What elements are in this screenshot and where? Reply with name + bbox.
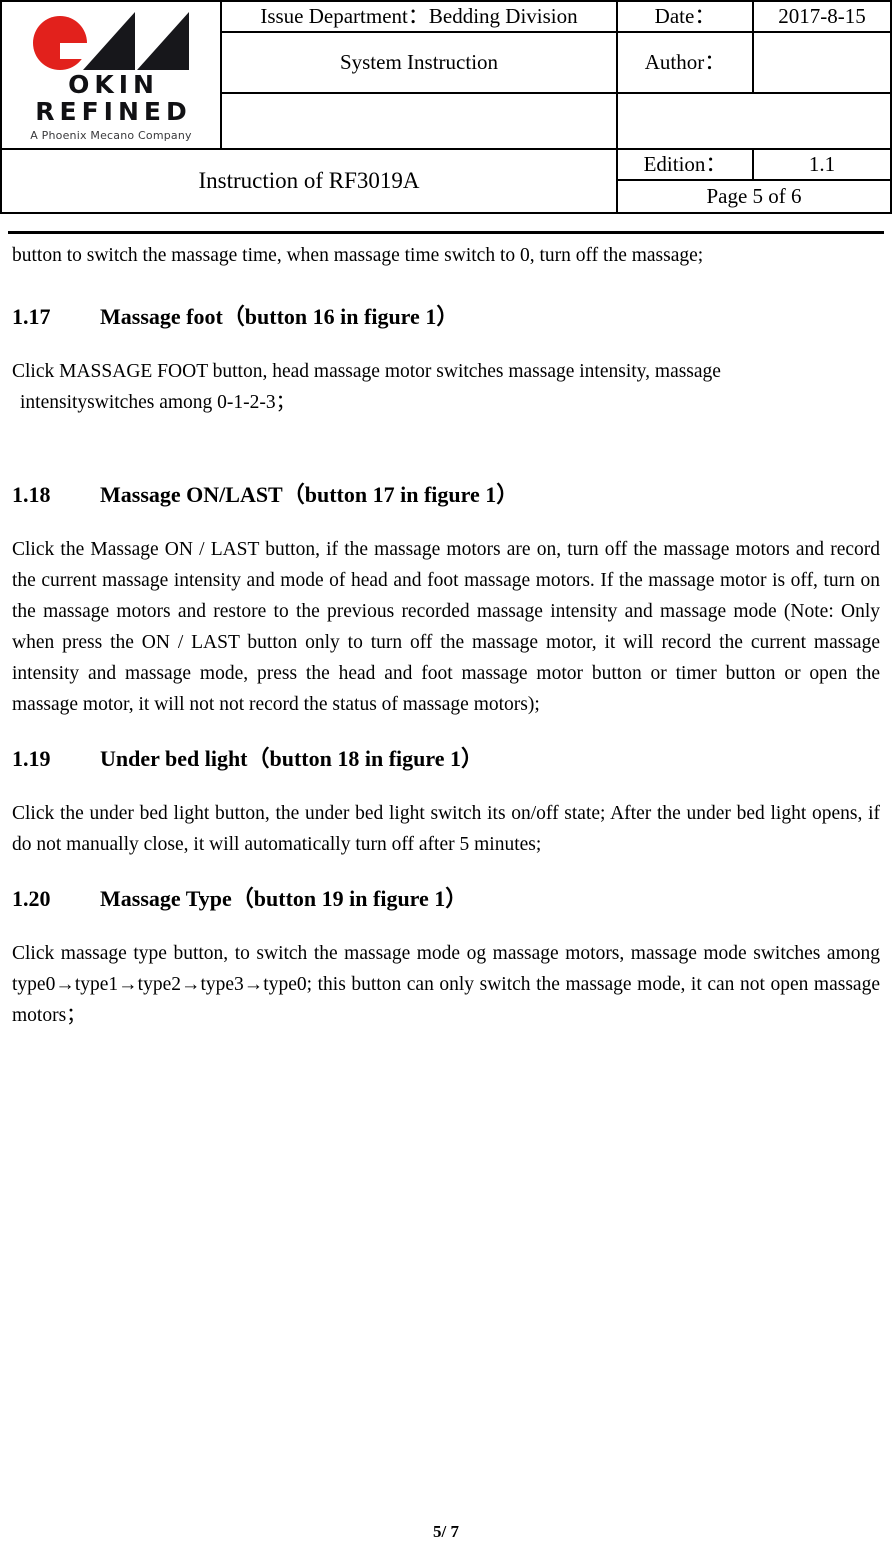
section-paragraph-1-18: Click the Massage ON / LAST button, if t…: [12, 539, 880, 715]
company-logo-cell: OKIN REFINED A Phoenix Mecano Company: [0, 0, 222, 150]
section-title-1-18: Massage ON/LAST（button 17 in figure 1）: [100, 482, 519, 507]
header-row-title: Instruction of RF3019A Edition： 1.1: [0, 148, 892, 214]
edition-value-cell: 1.1: [752, 148, 892, 181]
section-number-1-18: 1.18: [12, 482, 51, 507]
section-title-1-19: Under bed light（button 18 in figure 1）: [100, 746, 484, 771]
blank-left-cell: [220, 92, 618, 150]
section-heading-1-19: 1.19 Under bed light（button 18 in figure …: [12, 744, 880, 774]
section-paragraph-1-20: Click massage type button, to switch the…: [12, 943, 880, 1026]
document-title-cell: Instruction of RF3019A: [0, 148, 618, 214]
document-type-cell: System Instruction: [220, 31, 618, 94]
section-heading-1-17: 1.17 Massage foot（button 16 in figure 1）: [12, 302, 880, 332]
section-number-1-17: 1.17: [12, 304, 51, 329]
section-heading-1-18: 1.18 Massage ON/LAST（button 17 in figure …: [12, 480, 880, 510]
document-header-table: OKIN REFINED A Phoenix Mecano Company Is…: [0, 0, 892, 215]
edition-label-cell: Edition：: [616, 148, 754, 181]
logo-peak-right: [137, 11, 189, 70]
issue-department-cell: Issue Department：Bedding Division: [220, 0, 618, 33]
header-row-issue: OKIN REFINED A Phoenix Mecano Company Is…: [0, 0, 892, 150]
section-paragraph-1-19: Click the under bed light button, the un…: [12, 803, 880, 855]
logo-wordmark-refined: REFINED: [35, 96, 192, 126]
footer-page-number: 5/ 7: [433, 1522, 459, 1541]
document-body: button to switch the massage time, when …: [12, 240, 880, 1031]
section-number-1-19: 1.19: [12, 746, 51, 771]
date-label-cell: Date：: [616, 0, 754, 33]
section-heading-1-20: 1.20 Massage Type（button 19 in figure 1）: [12, 884, 880, 914]
okin-logo-mark-icon: [31, 11, 191, 70]
logo-peak-left: [83, 11, 135, 70]
section-number-1-20: 1.20: [12, 886, 51, 911]
logo-black-peaks-icon: [83, 11, 191, 70]
section-title-1-20: Massage Type（button 19 in figure 1）: [100, 886, 468, 911]
blank-right-cell: [616, 92, 892, 150]
logo-tagline: A Phoenix Mecano Company: [30, 128, 192, 142]
okin-refined-logo: OKIN REFINED A Phoenix Mecano Company: [18, 11, 204, 143]
section-title-1-17: Massage foot（button 16 in figure 1）: [100, 304, 459, 329]
header-divider-rule: [8, 231, 884, 234]
page-footer: 5/ 7: [0, 1522, 892, 1542]
date-value-cell: 2017-8-15: [752, 0, 892, 33]
author-label-cell: Author：: [616, 31, 754, 94]
section-paragraph-1-17-line2: intensityswitches among 0-1-2-3；: [20, 392, 296, 413]
logo-wordmark-okin: OKIN: [68, 69, 159, 99]
page-indicator-cell: Page 5 of 6: [616, 178, 892, 215]
author-value-cell: [752, 31, 892, 94]
section-paragraph-1-17-line1: Click MASSAGE FOOT button, head massage …: [12, 361, 721, 382]
lead-paragraph: button to switch the massage time, when …: [12, 245, 704, 266]
